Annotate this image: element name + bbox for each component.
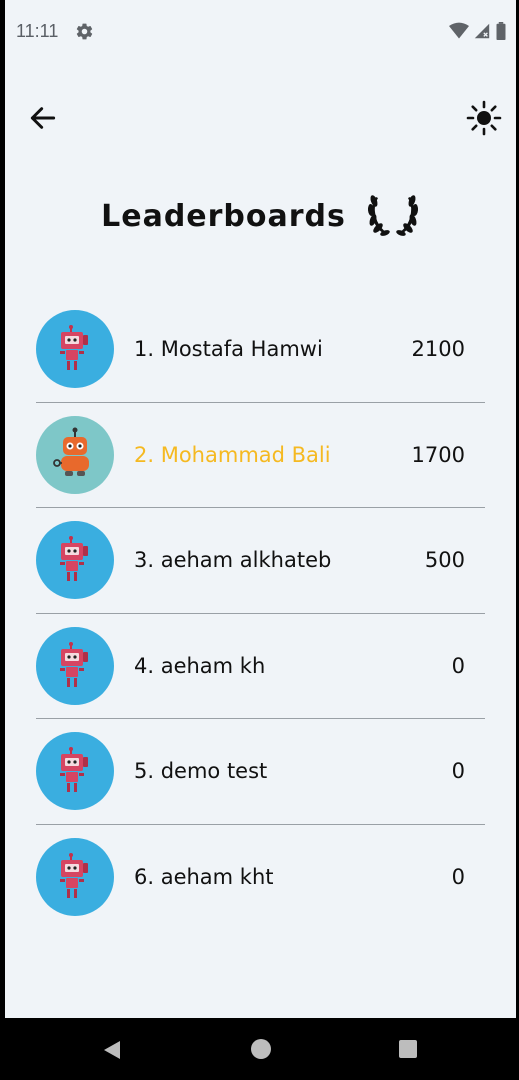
red-robot-icon (60, 853, 88, 899)
avatar (36, 521, 114, 600)
nav-home-icon[interactable] (250, 1038, 272, 1060)
nav-back-icon[interactable] (100, 1038, 124, 1062)
player-score: 2100 (411, 337, 465, 362)
leaderboard-row[interactable]: 1. Mostafa Hamwi 2100 (36, 297, 485, 403)
page-title: Leaderboards (101, 198, 346, 234)
player-score: 0 (451, 759, 465, 784)
player-name: 5. demo test (134, 759, 268, 784)
wifi-icon (449, 22, 469, 39)
red-robot-icon (60, 325, 88, 371)
leaderboard-row[interactable]: 3. aeham alkhateb 500 (36, 508, 485, 614)
orange-robot-icon (53, 427, 89, 476)
player-name: 1. Mostafa Hamwi (134, 337, 323, 362)
leaderboard-row[interactable]: 5. demo test 0 (36, 719, 485, 825)
signal-icon (474, 23, 490, 39)
sun-icon[interactable] (466, 100, 502, 136)
leaderboard-row[interactable]: 2. Mohammad Bali 1700 (36, 403, 485, 508)
laurel-wreath-icon (367, 195, 418, 236)
system-nav-bar (0, 1018, 519, 1080)
avatar (36, 626, 114, 705)
player-score: 1700 (411, 442, 465, 467)
leaderboard-row[interactable]: 4. aeham kh 0 (36, 614, 485, 719)
app-screen: 11:11 Leaderboards 1. Mostafa Hamwi 2100… (5, 0, 516, 1018)
leaderboard-row[interactable]: 6. aeham kht 0 (36, 825, 485, 931)
player-name: 6. aeham kht (134, 865, 274, 890)
avatar (36, 415, 114, 494)
status-bar: 11:11 (5, 0, 516, 64)
arrow-left-icon[interactable] (27, 102, 59, 134)
status-time: 11:11 (16, 21, 59, 41)
player-score: 0 (451, 865, 465, 890)
title-row: Leaderboards (5, 190, 516, 242)
avatar (36, 838, 114, 917)
gear-icon (76, 23, 93, 40)
status-icons (449, 22, 507, 40)
player-name: 4. aeham kh (134, 653, 266, 678)
avatar (36, 310, 114, 389)
red-robot-icon (60, 747, 88, 793)
nav-recents-icon[interactable] (397, 1038, 419, 1060)
player-name: 3. aeham alkhateb (134, 548, 332, 573)
player-score: 0 (451, 653, 465, 678)
leaderboard-list: 1. Mostafa Hamwi 2100 2. Mohammad Bali 1… (36, 297, 485, 930)
player-name: 2. Mohammad Bali (134, 442, 331, 467)
battery-icon (496, 22, 506, 40)
avatar (36, 732, 114, 811)
red-robot-icon (60, 536, 88, 582)
red-robot-icon (60, 641, 88, 687)
player-score: 500 (424, 548, 465, 573)
top-bar (5, 96, 516, 140)
